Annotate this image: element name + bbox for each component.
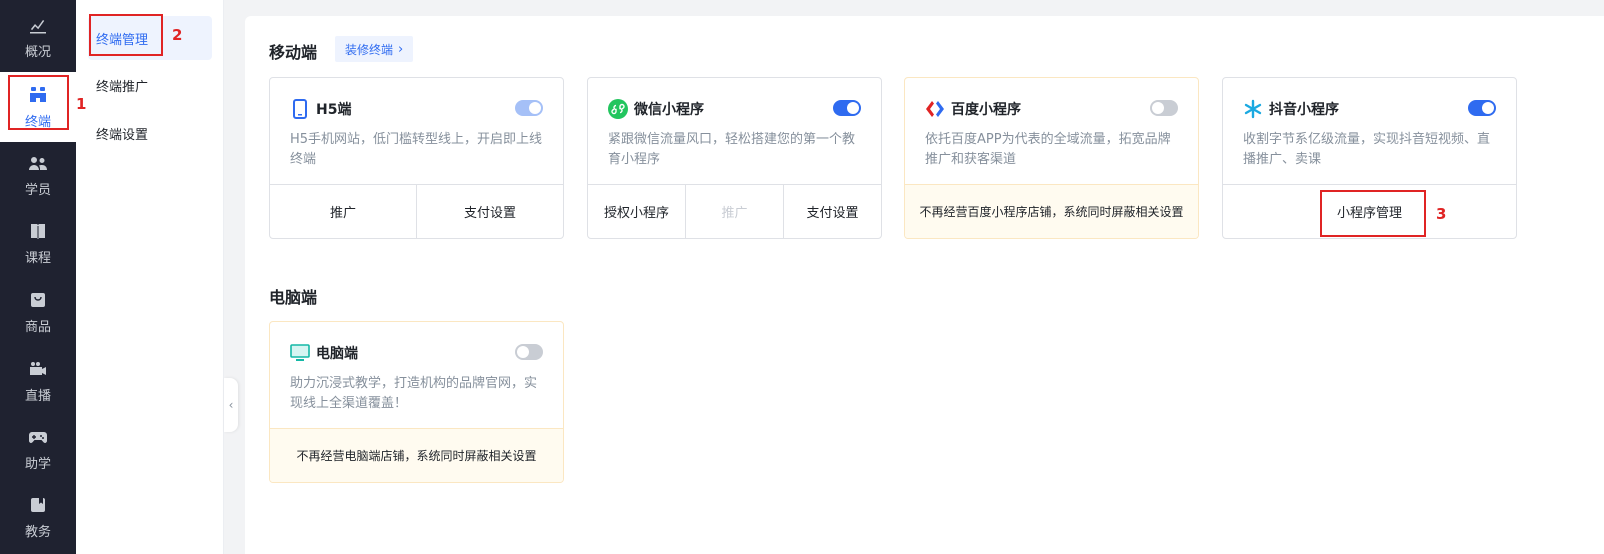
subnav-item-terminal-settings[interactable]: 终端设置 [88, 111, 212, 155]
card-description: 收割字节系亿级流量，实现抖音短视频、直播推广、卖课 [1243, 132, 1491, 167]
annotation-number-1: 1 [76, 95, 87, 113]
sub-nav: 终端管理 终端推广 终端设置 [76, 0, 224, 554]
clipboard-icon [31, 497, 45, 512]
card-title: 百度小程序 [951, 102, 1021, 118]
wechat-payment-settings-button[interactable]: 支付设置 [784, 185, 881, 238]
card-description: 紧跟微信流量风口，轻松搭建您的第一个教育小程序 [608, 132, 856, 167]
nav-label: 商品 [24, 319, 51, 335]
card-title: H5端 [316, 102, 352, 118]
wechat-authorize-button[interactable]: 授权小程序 [588, 185, 686, 238]
decorate-terminal-label: 装修终端 [345, 42, 394, 57]
annotation-box-1 [8, 75, 69, 130]
section-title-pc: 电脑端 [269, 288, 318, 307]
collapse-sidebar-button[interactable]: ‹ [224, 378, 238, 432]
card-description: H5手机网站，低门槛转型线上，开启即上线终端 [290, 132, 543, 167]
pc-toggle[interactable] [515, 344, 543, 360]
pc-disabled-notice: 不再经营电脑端店铺，系统同时屏蔽相关设置 [296, 449, 537, 463]
card-description: 助力沉浸式教学，打造机构的品牌官网，实现线上全渠道覆盖！ [290, 376, 538, 411]
gamepad-icon [29, 431, 47, 443]
terminal-card-h5: H5端 H5手机网站，低门槛转型线上，开启即上线终端 推广 支付设置 [269, 77, 564, 239]
card-description: 依托百度APP为代表的全域流量，拓宽品牌推广和获客渠道 [925, 132, 1171, 167]
video-icon [30, 361, 46, 375]
terminal-card-pc: 电脑端 助力沉浸式教学，打造机构的品牌官网，实现线上全渠道覆盖！ 不再经营电脑端… [269, 321, 564, 483]
subnav-item-terminal-promote[interactable]: 终端推广 [88, 63, 212, 107]
chevron-right-icon: › [398, 41, 404, 57]
bag-icon [31, 292, 45, 307]
douyin-miniprogram-icon [1243, 99, 1263, 119]
phone-icon [290, 99, 310, 119]
h5-promote-button[interactable]: 推广 [270, 185, 417, 238]
nav-item-students[interactable]: 学员 [0, 140, 76, 210]
users-icon [29, 156, 47, 170]
wechat-promote-button[interactable]: 推广 [686, 185, 784, 238]
wechat-toggle[interactable] [833, 100, 861, 116]
card-title: 微信小程序 [634, 102, 704, 118]
section-title-mobile: 移动端 [269, 43, 318, 62]
monitor-icon [290, 343, 310, 363]
nav-item-overview[interactable]: 概况 [0, 2, 76, 72]
nav-label: 助学 [24, 456, 51, 472]
main-panel: 移动端 装修终端 › H5端 H5手机网站，低门槛转型线上，开启即上线终端 推广… [245, 16, 1604, 554]
chart-icon [30, 19, 46, 33]
nav-item-assist[interactable]: 助学 [0, 414, 76, 484]
nav-label: 学员 [24, 182, 51, 198]
nav-item-courses[interactable]: 课程 [0, 208, 76, 278]
annotation-number-3: 3 [1436, 205, 1447, 223]
nav-item-live[interactable]: 直播 [0, 346, 76, 416]
h5-toggle[interactable] [515, 100, 543, 116]
decorate-terminal-button[interactable]: 装修终端 › [335, 36, 414, 62]
annotation-box-3 [1320, 190, 1426, 237]
card-title: 电脑端 [316, 346, 358, 362]
baidu-disabled-notice: 不再经营百度小程序店铺，系统同时屏蔽相关设置 [919, 205, 1184, 219]
book-icon [31, 223, 45, 239]
nav-label: 课程 [24, 250, 51, 266]
baidu-toggle[interactable] [1150, 100, 1178, 116]
chevron-left-icon: ‹ [228, 398, 234, 412]
nav-label: 直播 [24, 388, 51, 404]
terminal-card-baidu: 百度小程序 依托百度APP为代表的全域流量，拓宽品牌推广和获客渠道 不再经营百度… [904, 77, 1199, 239]
annotation-number-2: 2 [172, 26, 183, 44]
nav-label: 教务 [24, 524, 51, 540]
nav-label: 概况 [24, 44, 51, 60]
terminal-card-wechat: 微信小程序 紧跟微信流量风口，轻松搭建您的第一个教育小程序 授权小程序 推广 支… [587, 77, 882, 239]
wechat-miniprogram-icon [608, 99, 628, 119]
nav-item-products[interactable]: 商品 [0, 277, 76, 347]
douyin-toggle[interactable] [1468, 100, 1496, 116]
card-title: 抖音小程序 [1269, 102, 1339, 118]
nav-item-academic[interactable]: 教务 [0, 482, 76, 552]
h5-payment-settings-button[interactable]: 支付设置 [417, 185, 563, 238]
baidu-miniprogram-icon [925, 99, 945, 119]
annotation-box-2 [89, 14, 163, 56]
